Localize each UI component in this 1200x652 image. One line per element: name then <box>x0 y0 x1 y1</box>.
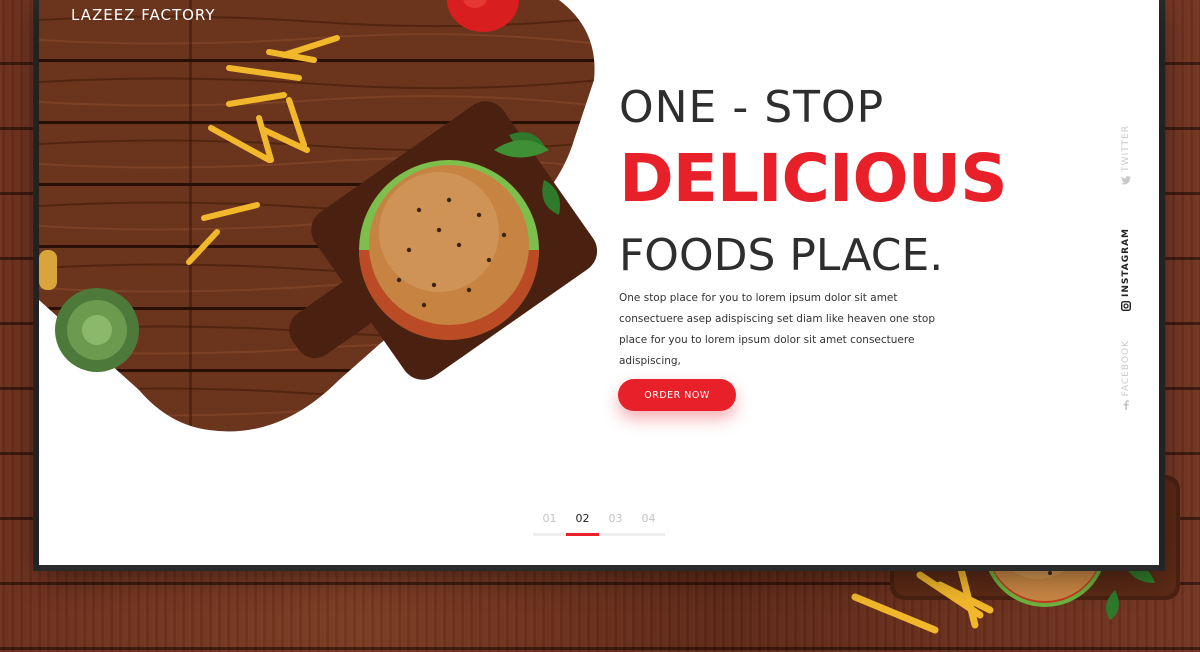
social-twitter-link[interactable]: TWITTER <box>1116 125 1136 188</box>
pager-item-active[interactable]: 02 <box>566 512 599 536</box>
social-label: TWITTER <box>1121 125 1131 172</box>
social-instagram-link[interactable]: INSTAGRAM <box>1116 228 1136 314</box>
pager-item[interactable]: 01 <box>533 512 566 536</box>
burger-hero-image <box>39 0 598 432</box>
social-label: FACEBOOK <box>1121 340 1131 397</box>
tomato-image <box>447 0 519 32</box>
slide-pager: 01 02 03 04 <box>533 512 665 536</box>
pager-item[interactable]: 04 <box>632 512 665 536</box>
hero-description: One stop place for you to lorem ipsum do… <box>619 292 935 367</box>
headline-line-2: DELICIOUS <box>619 140 1008 217</box>
pager-item[interactable]: 03 <box>599 512 632 536</box>
social-label: INSTAGRAM <box>1121 228 1131 298</box>
headline-line-1: ONE - STOP <box>619 82 885 133</box>
headline-line-3: FOODS PLACE. <box>619 230 944 281</box>
instagram-icon <box>1120 301 1132 314</box>
twitter-icon <box>1121 175 1131 188</box>
facebook-icon <box>1123 400 1129 413</box>
card-right-edge <box>1159 0 1165 571</box>
social-facebook-link[interactable]: FACEBOOK <box>1116 340 1136 413</box>
brand-logo[interactable]: LAZEEZ FACTORY <box>71 6 216 24</box>
order-now-button[interactable]: ORDER NOW <box>618 379 736 411</box>
